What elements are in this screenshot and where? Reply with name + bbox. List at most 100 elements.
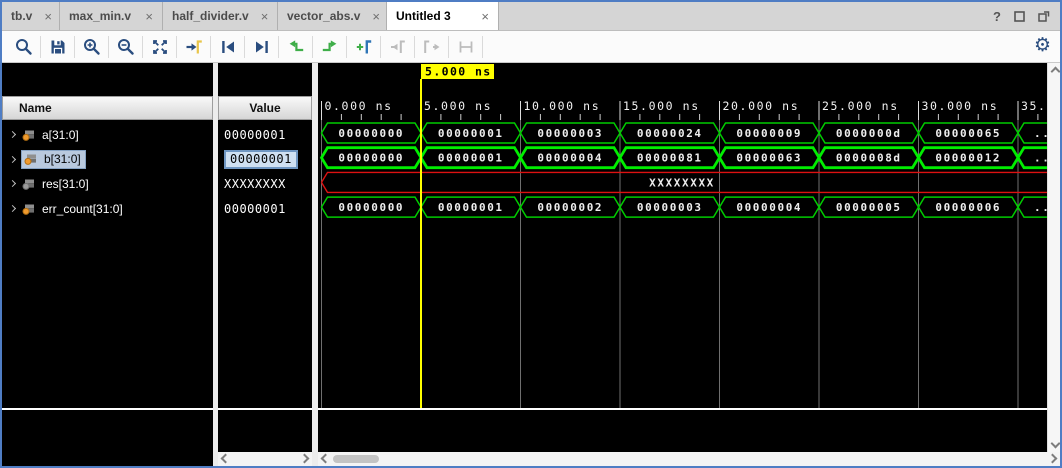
expand-chevron-icon[interactable]: [9, 156, 16, 163]
signal-value-row-res[interactable]: XXXXXXXX: [218, 171, 312, 196]
signal-value-b: 00000001: [224, 150, 298, 169]
scroll-left-icon[interactable]: [221, 454, 231, 464]
tab-max-min-v[interactable]: max_min.v ×: [60, 2, 163, 30]
expand-chevron-icon[interactable]: [9, 180, 16, 187]
scrollbar-thumb[interactable]: [333, 455, 379, 463]
signal-name-b[interactable]: b[31:0]: [22, 151, 85, 168]
go-to-cursor-button[interactable]: [177, 34, 210, 60]
previous-edge-icon: [286, 37, 306, 57]
bus-value-label: 00000009: [736, 127, 802, 140]
scroll-up-icon[interactable]: [1051, 67, 1061, 77]
save-wave-config-icon: [48, 37, 68, 57]
value-list-end-line: [218, 408, 312, 410]
add-marker-icon: [354, 37, 374, 57]
zoom-fit-button[interactable]: [143, 34, 176, 60]
bus-signal-icon-orange: [22, 129, 36, 141]
bus-value-label: 00000003: [637, 201, 703, 214]
next-transition-icon: [252, 37, 272, 57]
previous-edge-button[interactable]: [279, 34, 312, 60]
signal-value-row-a[interactable]: 00000001: [218, 122, 312, 147]
expand-chevron-icon[interactable]: [9, 131, 16, 138]
close-tab-icon[interactable]: ×: [145, 10, 153, 23]
zoom-out-icon: [116, 37, 136, 57]
next-marker-icon: [422, 37, 442, 57]
bus-value-label: 00000063: [736, 152, 802, 165]
close-tab-icon[interactable]: ×: [261, 10, 269, 23]
wave-row-res[interactable]: XXXXXXXX: [322, 172, 1048, 192]
waveform-end-line: [318, 408, 1047, 410]
signal-name-panel: a[31:0] b[31:0] res[31:0] err_count[31:0]: [2, 63, 213, 466]
toolbar-separator: [482, 36, 483, 58]
time-cursor[interactable]: 5.000 ns: [421, 64, 494, 408]
signal-row-a[interactable]: a[31:0]: [2, 122, 213, 147]
waveform-plot[interactable]: 0.000 ns5.000 ns10.000 ns15.000 ns20.000…: [318, 63, 1047, 408]
next-edge-icon: [320, 37, 340, 57]
scroll-right-icon[interactable]: [300, 454, 310, 464]
zoom-in-button[interactable]: [75, 34, 108, 60]
signal-name-a[interactable]: a[31:0]: [22, 128, 79, 142]
close-tab-icon[interactable]: ×: [372, 10, 380, 23]
next-transition-button[interactable]: [245, 34, 278, 60]
tab-label: Untitled 3: [396, 9, 451, 23]
bus-value-label: 0000000d: [836, 127, 902, 140]
time-tick-label: 10.000 ns: [524, 99, 601, 113]
signal-value-row-err_count[interactable]: 00000001: [218, 196, 312, 221]
scroll-left-icon[interactable]: [321, 454, 331, 464]
wave-row-a[interactable]: 0000000000000001000000030000002400000009…: [322, 123, 1048, 143]
wave-row-b[interactable]: 0000000000000001000000040000008100000063…: [322, 148, 1048, 168]
go-to-cursor-icon: [184, 37, 204, 57]
help-icon[interactable]: ?: [993, 9, 1001, 24]
zoom-fit-icon: [150, 37, 170, 57]
signal-name-res[interactable]: res[31:0]: [22, 177, 89, 191]
signal-value-row-b[interactable]: 00000001: [218, 147, 312, 172]
next-edge-button[interactable]: [313, 34, 346, 60]
save-wave-config-button[interactable]: [41, 34, 74, 60]
settings-gear-icon[interactable]: ⚙: [1034, 34, 1051, 56]
vertical-scrollbar[interactable]: [1047, 63, 1060, 452]
find-icon: [14, 37, 34, 57]
waveform-horizontal-scrollbar[interactable]: [318, 452, 1060, 466]
add-marker-button[interactable]: [347, 34, 380, 60]
bus-signal-icon-orange: [24, 153, 38, 165]
wave-window-body: a[31:0]b[31:0]res[31:0]err_count[31:0] N…: [2, 63, 1060, 466]
time-tick-label: 20.000 ns: [723, 99, 800, 113]
bus-value-label: 00000000: [338, 201, 404, 214]
tab-tb-v[interactable]: tb.v×: [2, 2, 60, 30]
tab-half-divider-v[interactable]: half_divider.v×: [163, 2, 278, 30]
bus-value-label: 00000004: [537, 152, 603, 165]
waveform-canvas[interactable]: 0.000 ns5.000 ns10.000 ns15.000 ns20.000…: [318, 63, 1047, 452]
tab-bar: tb.v×max_min.v×half_divider.v×vector_abs…: [2, 2, 1060, 31]
expand-chevron-icon[interactable]: [9, 205, 16, 212]
maximize-icon[interactable]: [1014, 11, 1025, 22]
signal-row-b[interactable]: b[31:0]: [2, 147, 213, 172]
scroll-right-icon[interactable]: [1048, 454, 1058, 464]
bus-value-label: 00000001: [438, 152, 504, 165]
bus-signal-icon-orange: [22, 203, 36, 215]
signal-row-err_count[interactable]: err_count[31:0]: [2, 196, 213, 221]
previous-transition-button[interactable]: [211, 34, 244, 60]
tab-vector-abs-v[interactable]: vector_abs.v ×: [278, 2, 387, 30]
swap-cursors-button: [449, 34, 482, 60]
bus-value-label: 00000005: [836, 201, 902, 214]
close-tab-icon[interactable]: ×: [44, 10, 52, 23]
cursor-time-label: 5.000 ns: [425, 65, 492, 79]
zoom-out-button[interactable]: [109, 34, 142, 60]
find-button[interactable]: [7, 34, 40, 60]
signal-value-a: 00000001: [224, 128, 286, 142]
tab-label: max_min.v: [69, 9, 131, 23]
scroll-down-icon[interactable]: [1051, 439, 1061, 449]
close-tab-icon[interactable]: ×: [481, 10, 489, 23]
time-tick-label: 0.000 ns: [325, 99, 393, 113]
wave-viewer-window: tb.v×max_min.v×half_divider.v×vector_abs…: [0, 0, 1062, 468]
bus-value-label: 00000012: [935, 152, 1001, 165]
bus-signal-icon-gray: [22, 178, 36, 190]
tab-label: vector_abs.v: [287, 9, 360, 23]
float-window-icon[interactable]: [1038, 10, 1050, 22]
bus-value-overflow-label: ..: [1034, 201, 1047, 214]
wave-row-err_count[interactable]: 0000000000000001000000020000000300000004…: [322, 197, 1048, 217]
signal-row-res[interactable]: res[31:0]: [2, 171, 213, 196]
swap-cursors-icon: [456, 37, 476, 57]
value-horizontal-scrollbar[interactable]: [218, 452, 312, 466]
signal-name-err_count[interactable]: err_count[31:0]: [22, 202, 123, 216]
tab-untitled-3[interactable]: Untitled 3 ×: [387, 2, 499, 30]
